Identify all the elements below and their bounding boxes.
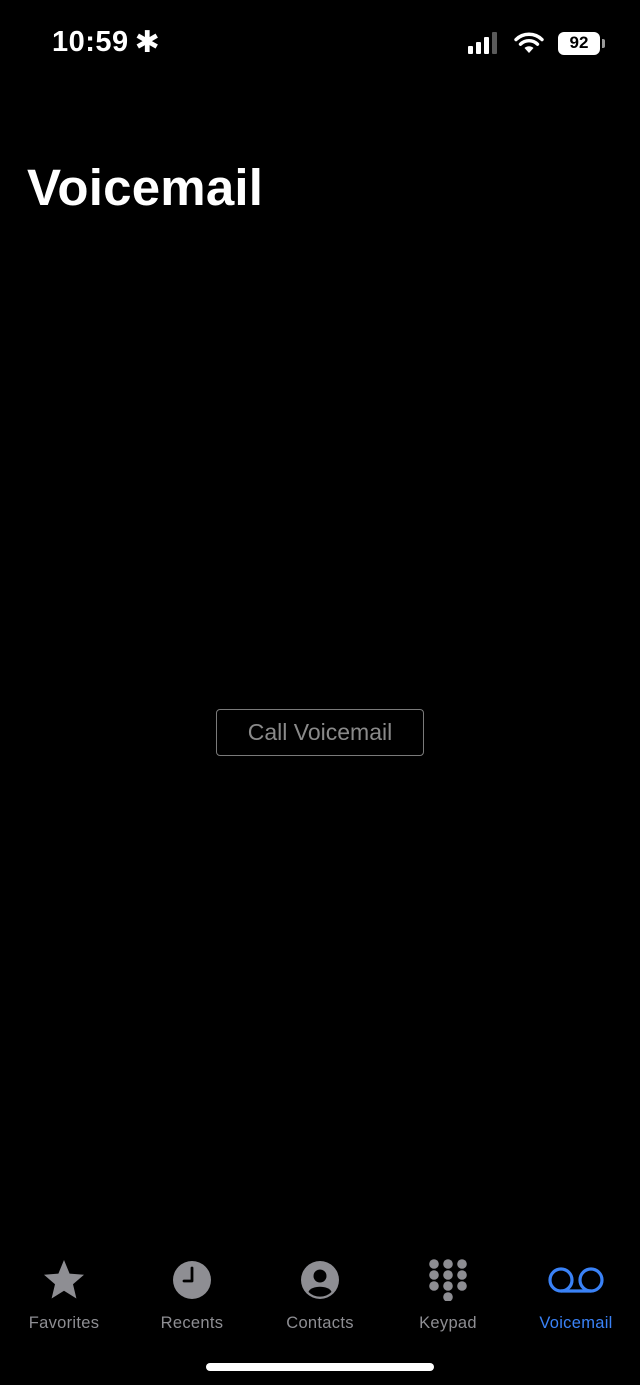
battery-indicator: 92 — [558, 31, 605, 55]
asterisk-icon: ✱ — [134, 25, 161, 59]
star-icon — [42, 1258, 86, 1302]
status-time: 10:59 — [52, 26, 129, 58]
wifi-icon — [514, 32, 544, 53]
phone-screen: 10:59 ✱ 92 Voicemail Call Voicemail Favo… — [0, 0, 640, 1385]
person-circle-icon — [298, 1258, 342, 1302]
battery-level: 92 — [569, 33, 589, 52]
home-indicator[interactable] — [206, 1363, 434, 1371]
keypad-icon — [426, 1258, 470, 1302]
tab-keypad[interactable]: Keypad — [384, 1250, 512, 1340]
status-time-group: 10:59 ✱ — [52, 26, 160, 59]
tab-label-keypad: Keypad — [419, 1314, 477, 1332]
voicemail-icon — [546, 1258, 606, 1302]
page-title: Voicemail — [27, 159, 264, 216]
tab-favorites[interactable]: Favorites — [0, 1250, 128, 1340]
tab-voicemail[interactable]: Voicemail — [512, 1250, 640, 1340]
tab-recents[interactable]: Recents — [128, 1250, 256, 1340]
call-voicemail-button[interactable]: Call Voicemail — [216, 709, 424, 756]
tab-label-voicemail: Voicemail — [539, 1314, 613, 1332]
tab-bar: Favorites Recents Contacts Keypad Voicem… — [0, 1250, 640, 1340]
clock-icon — [170, 1258, 214, 1302]
status-indicators: 92 — [468, 30, 605, 56]
tab-label-contacts: Contacts — [286, 1314, 354, 1332]
tab-contacts[interactable]: Contacts — [256, 1250, 384, 1340]
tab-label-favorites: Favorites — [28, 1314, 100, 1332]
tab-label-recents: Recents — [160, 1314, 224, 1332]
status-bar: 10:59 ✱ 92 — [0, 0, 640, 86]
cellular-signal-icon — [468, 32, 497, 54]
